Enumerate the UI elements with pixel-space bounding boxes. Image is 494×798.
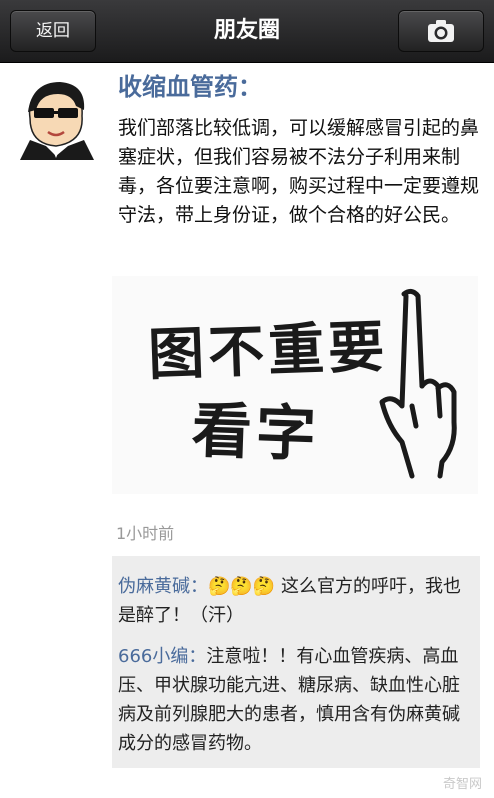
nav-bar: 返回 朋友圈 xyxy=(0,0,494,63)
image-caption-line-2: 看字 xyxy=(190,395,321,471)
comments-panel: 伪麻黄碱：🤔🤔🤔 这么官方的呼吁，我也是醉了！（汗） 666小编：注意啦！！有心… xyxy=(112,556,480,768)
post-image[interactable]: 图不重要 看字 xyxy=(112,276,478,494)
comment-item: 666小编：注意啦！！有心血管疾病、高血压、甲状腺功能亢进、糖尿病、缺血性心脏病… xyxy=(118,642,474,758)
avatar[interactable] xyxy=(12,72,100,160)
watermark: 奇智网 xyxy=(442,777,482,792)
back-button[interactable]: 返回 xyxy=(10,10,96,52)
thinking-face-icon: 🤔🤔🤔 xyxy=(208,576,276,597)
post-timestamp: 1小时前 xyxy=(116,524,175,543)
page-title: 朋友圈 xyxy=(213,18,280,43)
post-author[interactable]: 收缩血管药： xyxy=(118,70,262,104)
cartoon-avatar-icon xyxy=(12,72,100,160)
comment-item: 伪麻黄碱：🤔🤔🤔 这么官方的呼吁，我也是醉了！（汗） xyxy=(118,572,474,630)
comment-user[interactable]: 666小编： xyxy=(118,646,206,667)
camera-button[interactable] xyxy=(398,10,484,52)
camera-icon xyxy=(428,20,454,42)
image-caption-line-1: 图不重要 xyxy=(147,313,390,389)
post-text: 我们部落比较低调，可以缓解感冒引起的鼻塞症状，但我们容易被不法分子利用来制毒，各… xyxy=(118,117,480,226)
comment-user[interactable]: 伪麻黄碱： xyxy=(118,576,208,597)
